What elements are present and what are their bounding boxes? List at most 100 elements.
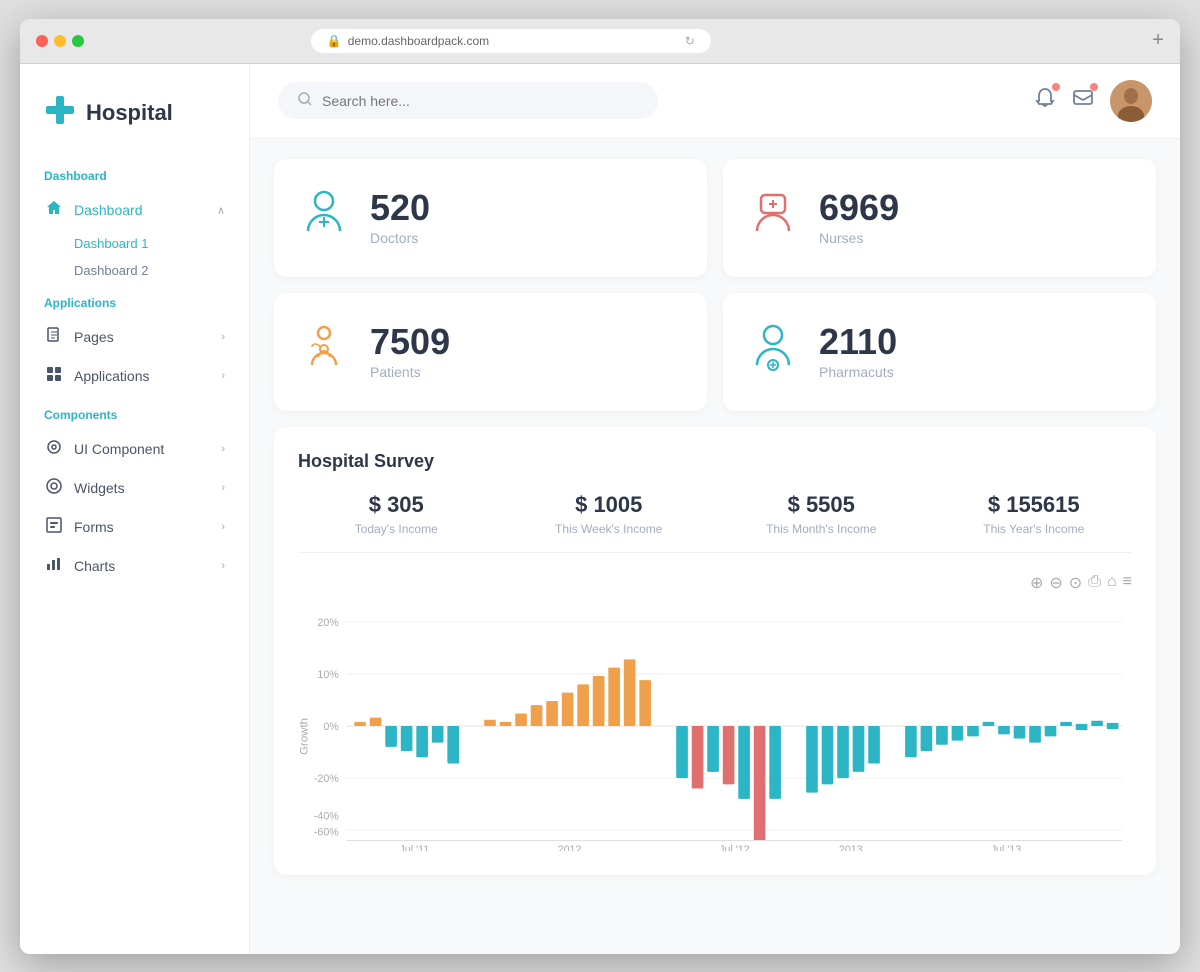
notifications-button[interactable] [1034, 87, 1056, 115]
svg-text:-20%: -20% [314, 772, 339, 784]
svg-text:-40%: -40% [314, 810, 339, 822]
search-bar[interactable] [278, 82, 658, 119]
minimize-dot[interactable] [54, 35, 66, 47]
pharmacuts-number: 2110 [819, 324, 897, 360]
sidebar-subitem-dashboard1[interactable]: Dashboard 1 [20, 230, 249, 257]
sidebar-item-label-pages: Pages [74, 329, 221, 345]
svg-text:0%: 0% [323, 720, 339, 732]
patients-number: 7509 [370, 324, 450, 360]
sidebar-item-label-dashboard: Dashboard [74, 202, 217, 218]
year-income-label: This Year's Income [936, 522, 1133, 536]
url-bar[interactable]: 🔒 demo.dashboardpack.com ↻ [311, 29, 711, 53]
stat-card-info-pharmacuts: 2110 Pharmacuts [819, 324, 897, 380]
stat-card-info-patients: 7509 Patients [370, 324, 450, 380]
week-income-label: This Week's Income [511, 522, 708, 536]
month-income-amount: $ 5505 [723, 492, 920, 518]
url-text: demo.dashboardpack.com [348, 34, 489, 48]
doctors-label: Doctors [370, 230, 430, 246]
pharmacuts-label: Pharmacuts [819, 364, 897, 380]
sidebar-item-pages[interactable]: Pages › [20, 318, 249, 357]
svg-text:2013: 2013 [839, 843, 863, 850]
income-stat-month: $ 5505 This Month's Income [723, 492, 920, 536]
week-income-amount: $ 1005 [511, 492, 708, 518]
sidebar-item-applications[interactable]: Applications › [20, 357, 249, 396]
home-chart-icon[interactable]: ⌂ [1107, 573, 1117, 593]
search-input[interactable] [322, 93, 638, 109]
sidebar-item-label-uicomponent: UI Component [74, 441, 221, 457]
header [250, 64, 1180, 139]
month-income-label: This Month's Income [723, 522, 920, 536]
sidebar-section-applications: Applications Pages › [20, 284, 249, 396]
today-income-amount: $ 305 [298, 492, 495, 518]
svg-text:Jul '11: Jul '11 [400, 843, 430, 850]
stat-card-info-nurses: 6969 Nurses [819, 190, 899, 246]
sidebar-subitem-dashboard2[interactable]: Dashboard 2 [20, 257, 249, 284]
chevron-up-icon: ∧ [217, 204, 225, 217]
reload-icon[interactable]: ↻ [685, 34, 695, 48]
sidebar-item-widgets[interactable]: Widgets › [20, 469, 249, 508]
sidebar-item-uicomponent[interactable]: UI Component › [20, 430, 249, 469]
zoom-reset-icon[interactable]: ⊙ [1069, 573, 1082, 593]
year-income-amount: $ 155615 [936, 492, 1133, 518]
chevron-right-icon2: › [221, 370, 225, 382]
messages-badge [1090, 83, 1098, 91]
doctors-number: 520 [370, 190, 430, 226]
browser-dots [36, 35, 84, 47]
maximize-dot[interactable] [72, 35, 84, 47]
avatar-image [1110, 80, 1152, 122]
menu-chart-icon[interactable]: ≡ [1123, 573, 1132, 593]
widgets-icon [44, 478, 64, 499]
chart-svg: 20% 10% 0% -20% -40% -60% Growth [298, 601, 1132, 851]
survey-title: Hospital Survey [298, 451, 1132, 472]
logo-area: Hospital [20, 84, 249, 157]
browser-toolbar: 🔒 demo.dashboardpack.com ↻ + [20, 19, 1180, 64]
header-actions [1034, 80, 1152, 122]
patients-label: Patients [370, 364, 450, 380]
browser-window: 🔒 demo.dashboardpack.com ↻ + Hospital D [20, 19, 1180, 954]
sidebar-section-title-applications: Applications [20, 284, 249, 318]
sidebar: Hospital Dashboard Dashboard ∧ Dashboard… [20, 64, 250, 954]
avatar[interactable] [1110, 80, 1152, 122]
new-tab-button[interactable]: + [1152, 29, 1164, 52]
stats-grid: 520 Doctors 6969 [250, 139, 1180, 427]
chevron-right-icon4: › [221, 482, 225, 494]
chevron-right-icon3: › [221, 443, 225, 455]
svg-text:10%: 10% [317, 668, 338, 680]
pages-icon [44, 327, 64, 348]
svg-text:-60%: -60% [314, 826, 339, 838]
chart-toolbar: ⊕ ⊖ ⊙ ⎙ ⌂ ≡ [298, 573, 1132, 593]
nurses-number: 6969 [819, 190, 899, 226]
uicomponent-icon [44, 439, 64, 460]
search-icon [298, 92, 312, 109]
forms-icon [44, 517, 64, 538]
svg-text:Growth: Growth [299, 717, 311, 754]
zoom-in-icon[interactable]: ⊕ [1030, 573, 1043, 593]
sidebar-section-title-components: Components [20, 396, 249, 430]
svg-text:20%: 20% [317, 616, 338, 628]
notification-badge [1052, 83, 1060, 91]
income-stats: $ 305 Today's Income $ 1005 This Week's … [298, 492, 1132, 553]
income-stat-today: $ 305 Today's Income [298, 492, 495, 536]
sidebar-item-forms[interactable]: Forms › [20, 508, 249, 547]
svg-text:Jul '12: Jul '12 [719, 843, 749, 850]
sidebar-item-dashboard[interactable]: Dashboard ∧ [20, 191, 249, 230]
stat-card-nurses: 6969 Nurses [723, 159, 1156, 277]
stat-card-doctors: 520 Doctors [274, 159, 707, 277]
sidebar-item-charts[interactable]: Charts › [20, 547, 249, 586]
svg-text:Jul '13: Jul '13 [991, 843, 1021, 850]
pharma-icon [747, 321, 799, 383]
stat-card-pharmacuts: 2110 Pharmacuts [723, 293, 1156, 411]
patient-icon [298, 321, 350, 383]
survey-section: Hospital Survey $ 305 Today's Income $ 1… [274, 427, 1156, 875]
sidebar-section-components: Components UI Component › [20, 396, 249, 586]
income-stat-year: $ 155615 This Year's Income [936, 492, 1133, 536]
svg-text:2012: 2012 [558, 843, 582, 850]
messages-button[interactable] [1072, 87, 1094, 115]
logo-text: Hospital [86, 100, 173, 126]
applications-icon [44, 366, 64, 387]
zoom-out-icon[interactable]: ⊖ [1049, 573, 1062, 593]
download-icon[interactable]: ⎙ [1088, 573, 1101, 593]
app-container: Hospital Dashboard Dashboard ∧ Dashboard… [20, 64, 1180, 954]
close-dot[interactable] [36, 35, 48, 47]
sidebar-section-dashboard: Dashboard Dashboard ∧ Dashboard 1 Dashbo… [20, 157, 249, 284]
